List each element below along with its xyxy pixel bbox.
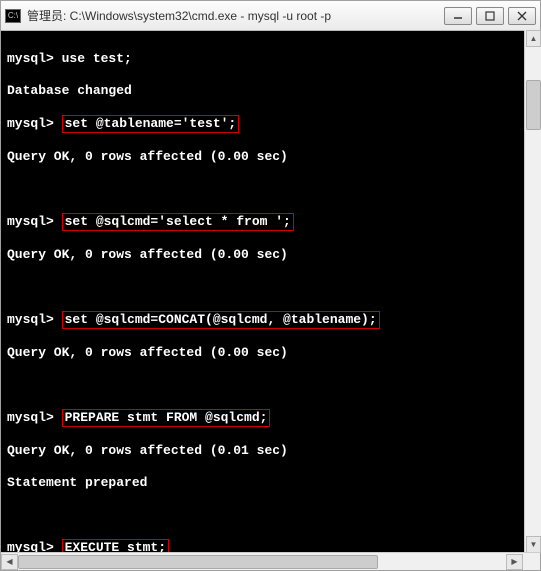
line: Statement prepared [7, 475, 534, 491]
horizontal-scroll-thumb[interactable] [18, 555, 378, 569]
window-controls [444, 7, 536, 25]
line: Query OK, 0 rows affected (0.01 sec) [7, 443, 534, 459]
highlight-box: set @sqlcmd='select * from '; [62, 213, 294, 231]
line: mysql> use test; [7, 51, 534, 67]
scroll-up-arrow-icon[interactable]: ▲ [526, 30, 541, 47]
highlight-box: set @sqlcmd=CONCAT(@sqlcmd, @tablename); [62, 311, 380, 329]
titlebar[interactable]: C:\ 管理员: C:\Windows\system32\cmd.exe - m… [1, 1, 540, 31]
vertical-scroll-thumb[interactable] [526, 80, 541, 130]
scroll-left-arrow-icon[interactable]: ◀ [1, 554, 18, 570]
blank-line [7, 377, 534, 393]
minimize-button[interactable] [444, 7, 472, 25]
window-title: 管理员: C:\Windows\system32\cmd.exe - mysql… [27, 7, 444, 24]
line: mysql> EXECUTE stmt; [7, 539, 534, 552]
line: mysql> set @sqlcmd=CONCAT(@sqlcmd, @tabl… [7, 311, 534, 329]
console-output[interactable]: mysql> use test; Database changed mysql>… [1, 31, 540, 552]
horizontal-scroll-track[interactable] [18, 554, 506, 570]
scroll-right-arrow-icon[interactable]: ▶ [506, 554, 523, 570]
line: mysql> set @sqlcmd='select * from '; [7, 213, 534, 231]
line: Database changed [7, 83, 534, 99]
line: Query OK, 0 rows affected (0.00 sec) [7, 149, 534, 165]
cmd-icon: C:\ [5, 9, 21, 23]
line: mysql> PREPARE stmt FROM @sqlcmd; [7, 409, 534, 427]
line: mysql> set @tablename='test'; [7, 115, 534, 133]
line: Query OK, 0 rows affected (0.00 sec) [7, 247, 534, 263]
close-button[interactable] [508, 7, 536, 25]
maximize-button[interactable] [476, 7, 504, 25]
blank-line [7, 507, 534, 523]
highlight-box: EXECUTE stmt; [62, 539, 169, 552]
blank-line [7, 181, 534, 197]
scroll-down-arrow-icon[interactable]: ▼ [526, 536, 541, 553]
vertical-scrollbar[interactable]: ▲ ▼ [524, 30, 541, 553]
highlight-box: PREPARE stmt FROM @sqlcmd; [62, 409, 271, 427]
horizontal-scrollbar[interactable]: ◀ ▶ [1, 552, 540, 570]
cmd-window: C:\ 管理员: C:\Windows\system32\cmd.exe - m… [0, 0, 541, 571]
highlight-box: set @tablename='test'; [62, 115, 240, 133]
blank-line [7, 279, 534, 295]
line: Query OK, 0 rows affected (0.00 sec) [7, 345, 534, 361]
scrollbar-corner [523, 554, 540, 570]
